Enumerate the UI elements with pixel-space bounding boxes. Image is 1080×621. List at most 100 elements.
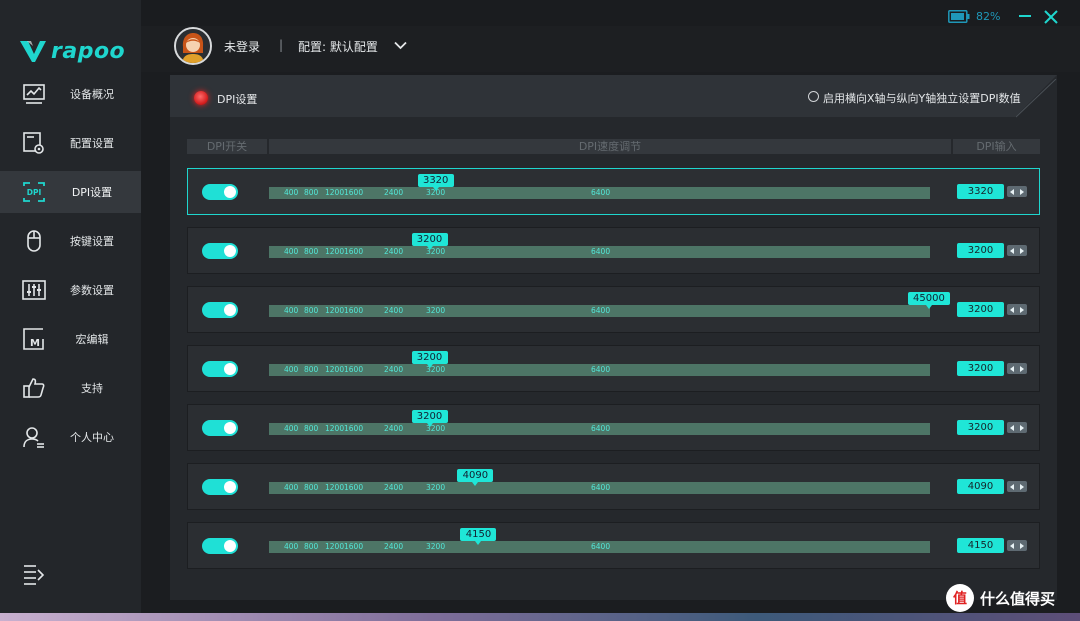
dpi-value-input[interactable]	[957, 184, 1004, 199]
dpi-slider-track[interactable]: 400 800 1200 1600 2400 3200 6400 3200	[269, 233, 930, 258]
sidebar-item-device-overview[interactable]: 设备概况	[0, 73, 141, 115]
dpi-enable-toggle[interactable]	[202, 184, 238, 200]
decrement-arrow-icon[interactable]	[1007, 304, 1017, 315]
increment-arrow-icon[interactable]	[1017, 540, 1027, 551]
sidebar-item-label: 设备概况	[70, 88, 114, 101]
minimize-icon[interactable]	[1018, 9, 1032, 23]
slider-tick-label: 2400	[384, 247, 404, 256]
slider-tick-label: 6400	[591, 424, 611, 433]
bottom-glow	[0, 613, 1080, 621]
dpi-value-input[interactable]	[957, 361, 1004, 376]
sidebar-item-config[interactable]: 配置设置	[0, 122, 141, 164]
chevron-down-icon[interactable]	[394, 41, 407, 50]
dpi-slider-thumb[interactable]: 3320	[417, 174, 454, 191]
dpi-row[interactable]: 400 800 1200 1600 2400 3200 6400 3200	[187, 345, 1040, 392]
toggle-knob	[224, 422, 236, 434]
slider-tick-label: 6400	[591, 483, 611, 492]
slider-tick-label: 1200	[325, 483, 345, 492]
profile-name[interactable]: 配置: 默认配置	[298, 38, 378, 55]
sidebar-item-params[interactable]: 参数设置	[0, 269, 141, 311]
dpi-value-input[interactable]	[957, 479, 1004, 494]
dpi-enable-toggle[interactable]	[202, 420, 238, 436]
decrement-arrow-icon[interactable]	[1007, 422, 1017, 433]
dpi-slider-thumb[interactable]: 3200	[411, 233, 448, 250]
dpi-row[interactable]: 400 800 1200 1600 2400 3200 6400 4090	[187, 463, 1040, 510]
dpi-slider-thumb[interactable]: 4150	[460, 528, 497, 545]
dpi-enable-toggle[interactable]	[202, 479, 238, 495]
dpi-value-input[interactable]	[957, 302, 1004, 317]
dpi-value-input[interactable]	[957, 420, 1004, 435]
dpi-row[interactable]: 400 800 1200 1600 2400 3200 6400 3200	[187, 404, 1040, 451]
avatar[interactable]	[174, 27, 212, 65]
sidebar-item-keys[interactable]: 按键设置	[0, 220, 141, 262]
dpi-stepper[interactable]	[1007, 304, 1027, 315]
dpi-enable-toggle[interactable]	[202, 243, 238, 259]
slider-tick-label: 800	[304, 306, 319, 315]
dpi-row[interactable]: 400 800 1200 1600 2400 3200 6400 4150	[187, 522, 1040, 569]
sidebar-item-label: 个人中心	[70, 431, 114, 444]
dpi-row[interactable]: 400 800 1200 1600 2400 3200 6400 45000	[187, 286, 1040, 333]
dpi-slider-track[interactable]: 400 800 1200 1600 2400 3200 6400 4150	[269, 528, 930, 553]
decrement-arrow-icon[interactable]	[1007, 186, 1017, 197]
toggle-knob	[224, 304, 236, 316]
increment-arrow-icon[interactable]	[1017, 186, 1027, 197]
rapoo-logo-icon	[20, 41, 46, 62]
login-link[interactable]: 未登录	[224, 38, 260, 55]
close-icon[interactable]	[1043, 9, 1059, 25]
dpi-stepper[interactable]	[1007, 186, 1027, 197]
menu-collapse-icon[interactable]	[22, 563, 46, 585]
dpi-stepper[interactable]	[1007, 540, 1027, 551]
watermark-badge: 值	[946, 584, 974, 612]
dpi-slider-track[interactable]: 400 800 1200 1600 2400 3200 6400 3320	[269, 174, 930, 199]
dpi-slider-track[interactable]: 400 800 1200 1600 2400 3200 6400 3200	[269, 351, 930, 376]
dpi-row[interactable]: 400 800 1200 1600 2400 3200 6400 3320	[187, 168, 1040, 215]
increment-arrow-icon[interactable]	[1017, 481, 1027, 492]
sidebar-item-macro[interactable]: M 宏编辑	[0, 318, 141, 360]
dpi-slider-track[interactable]: 400 800 1200 1600 2400 3200 6400 4090	[269, 469, 930, 494]
decrement-arrow-icon[interactable]	[1007, 363, 1017, 374]
dpi-stepper[interactable]	[1007, 481, 1027, 492]
slider-tick-label: 400	[284, 424, 299, 433]
slider-tick-label: 800	[304, 483, 319, 492]
dpi-value-input[interactable]	[957, 243, 1004, 258]
slider-tick-label: 1600	[344, 247, 364, 256]
sidebar-item-user-center[interactable]: 个人中心	[0, 416, 141, 458]
dpi-slider-track[interactable]: 400 800 1200 1600 2400 3200 6400 45000	[269, 292, 950, 317]
header-separator: |	[279, 38, 284, 52]
slider-tick-label: 1200	[325, 424, 345, 433]
slider-tick-label: 3200	[426, 483, 446, 492]
dpi-stepper[interactable]	[1007, 422, 1027, 433]
decrement-arrow-icon[interactable]	[1007, 540, 1017, 551]
column-header-switch: DPI开关	[187, 139, 267, 154]
decrement-arrow-icon[interactable]	[1007, 481, 1017, 492]
dpi-value-input[interactable]	[957, 538, 1004, 553]
dpi-stepper[interactable]	[1007, 363, 1027, 374]
dpi-slider-thumb[interactable]: 4090	[457, 469, 494, 486]
increment-arrow-icon[interactable]	[1017, 422, 1027, 433]
slider-tick-label: 6400	[591, 188, 611, 197]
dpi-slider-thumb[interactable]: 3200	[411, 410, 448, 427]
increment-arrow-icon[interactable]	[1017, 363, 1027, 374]
slider-tick-label: 800	[304, 542, 319, 551]
xy-independent-label[interactable]: 启用横向X轴与纵向Y轴独立设置DPI数值	[823, 90, 1021, 106]
dpi-slider-thumb[interactable]: 45000	[908, 292, 950, 309]
dpi-row[interactable]: 400 800 1200 1600 2400 3200 6400 3200	[187, 227, 1040, 274]
increment-arrow-icon[interactable]	[1017, 304, 1027, 315]
decrement-arrow-icon[interactable]	[1007, 245, 1017, 256]
slider-tick-label: 800	[304, 424, 319, 433]
slider-tick-label: 400	[284, 365, 299, 374]
sidebar-item-dpi[interactable]: DPI DPI设置	[0, 171, 141, 213]
dpi-enable-toggle[interactable]	[202, 538, 238, 554]
sidebar-item-support[interactable]: 支持	[0, 367, 141, 409]
avatar-person-icon	[176, 29, 210, 63]
dpi-enable-toggle[interactable]	[202, 361, 238, 377]
slider-tick-label: 400	[284, 188, 299, 197]
svg-text:DPI: DPI	[27, 188, 42, 197]
dpi-enable-toggle[interactable]	[202, 302, 238, 318]
increment-arrow-icon[interactable]	[1017, 245, 1027, 256]
dpi-stepper[interactable]	[1007, 245, 1027, 256]
dpi-slider-track[interactable]: 400 800 1200 1600 2400 3200 6400 3200	[269, 410, 930, 435]
monitor-chart-icon	[23, 84, 45, 104]
xy-independent-radio[interactable]	[808, 91, 819, 102]
dpi-slider-thumb[interactable]: 3200	[411, 351, 448, 368]
